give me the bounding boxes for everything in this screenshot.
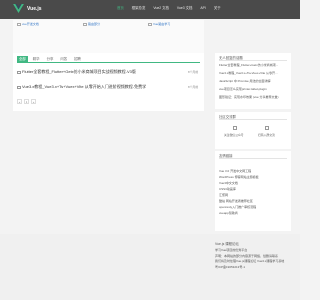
banner-label: vue开发文档	[22, 22, 39, 26]
friend-link[interactable]: vueapp赞助商	[219, 211, 238, 215]
friend-link[interactable]: 酷站 网站开发者推荐社区	[219, 199, 253, 203]
footer-title: Vue.js 课程论坛	[215, 242, 239, 246]
friend-link[interactable]: WordPress 博客网站主题模板	[219, 175, 259, 179]
banner-label: Vue路由学习	[153, 22, 171, 26]
pager-next[interactable]: »	[31, 99, 36, 104]
panel-friend-links: 友情链接 Vue 3.0 开发中文网工程 WordPress 博客网站主题模板 …	[215, 151, 291, 231]
nav-frameworks[interactable]: 框架总览	[132, 6, 146, 11]
unanswered-link[interactable]: JavaScript 中 Promise 用法的全面详解	[219, 79, 271, 83]
pager-page-1[interactable]: 1	[24, 99, 29, 104]
topic-time: 8个月前	[188, 85, 198, 89]
footer-disclaimer-2: 我们将及时处理Vue.js课程论坛 Vue3.x课程学习基地	[215, 259, 285, 263]
footer: Vue.js 课程论坛 学习Vue项目的优秀平台 声明：本网站的部分内容源于网络…	[0, 234, 300, 300]
friend-link[interactable]: Vue 3.0 开发中文网工程	[219, 169, 251, 173]
qr-caption-wechat: 关注微信公众号	[224, 133, 244, 137]
nav-api[interactable]: API	[200, 6, 205, 11]
nav-vue2-docs[interactable]: Vue2 文档	[153, 6, 169, 11]
panel-community: 社区交流群 关注微信公众号 扫码入群交流	[215, 112, 291, 149]
topic-list-panel: 全部 精华 分享 问答 招聘 Flutter全套教程_Flutter+Getx仿…	[13, 53, 204, 111]
main-nav: 首页 框架总览 Vue2 文档 Vue3 文档 API 关于	[117, 6, 221, 11]
qr-caption-group: 扫码入群交流	[258, 133, 275, 137]
group-qr-icon	[265, 126, 269, 130]
footer-icp[interactable]: 粤ICP备19053213号-1	[215, 265, 245, 269]
broken-image-icon	[17, 22, 21, 26]
pagination: « 1 »	[17, 99, 36, 104]
top-navbar: Vue.js 首页 框架总览 Vue2 文档 Vue3 文档 API 关于	[0, 0, 300, 19]
topic-title[interactable]: Flutter全套教程_Flutter+Getx仿小米商城项目实战视频教程-V3…	[22, 69, 136, 75]
friend-link[interactable]: Vue3中文文档	[219, 181, 238, 185]
nav-home[interactable]: 首页	[117, 6, 124, 11]
logo-text: Vue.js	[27, 5, 42, 12]
broken-image-icon	[83, 22, 87, 26]
topic-time: 8个月前	[188, 70, 198, 74]
topic-row[interactable]: Vue3.x教程_Vue3.x+Ts+Vuex+Vite 从零开始入门进阶视频教…	[17, 84, 201, 90]
footer-tagline: 学习Vue项目的优秀平台	[215, 248, 248, 252]
unanswered-link[interactable]: Flutter全套教程_Flutter+Getx仿小米商城项...	[219, 63, 278, 67]
broken-image-icon	[148, 22, 152, 26]
friend-link[interactable]: 汇聚网	[219, 193, 228, 197]
banner-router[interactable]: 路由部分	[83, 22, 100, 26]
nav-about[interactable]: 关于	[214, 6, 221, 11]
topic-row[interactable]: Flutter全套教程_Flutter+Getx仿小米商城项目实战视频教程-V3…	[17, 69, 201, 75]
unanswered-link[interactable]: Vue3.x教程_Vue3.x+Ts+Vuex+Vite 从零开...	[219, 71, 278, 75]
footer-disclaimer: 声明：本网站的部分内容源于网络，侵删请联系	[215, 254, 279, 258]
nav-vue3-docs[interactable]: Vue3 文档	[177, 6, 193, 11]
unanswered-link[interactable]: vue项目怎么实现printer-label-plugin	[219, 87, 267, 91]
unanswered-link[interactable]: 图形验证：实现水印效果 (vue 分享推荐文章)	[219, 95, 279, 99]
friend-link[interactable]: openresty入门推广审核流程	[219, 205, 256, 209]
vue-logo-icon	[13, 4, 24, 13]
site-logo[interactable]: Vue.js	[13, 4, 42, 13]
topic-thumb-icon	[17, 70, 21, 74]
banner-vue-docs[interactable]: vue开发文档	[17, 22, 39, 26]
topic-title[interactable]: Vue3.x教程_Vue3.x+Ts+Vuex+Vite 从零开始入门进阶视频教…	[22, 84, 146, 90]
wechat-qr-icon	[233, 126, 237, 130]
banner-label: 路由部分	[88, 22, 101, 26]
banner-vue-router-learn[interactable]: Vue路由学习	[148, 22, 170, 26]
topic-thumb-icon	[17, 85, 21, 89]
friend-link[interactable]: CSS3动画库	[219, 187, 236, 191]
panel-unanswered: 无人回复的话题 Flutter全套教程_Flutter+Getx仿小米商城项..…	[215, 53, 291, 109]
pager-prev[interactable]: «	[17, 99, 22, 104]
